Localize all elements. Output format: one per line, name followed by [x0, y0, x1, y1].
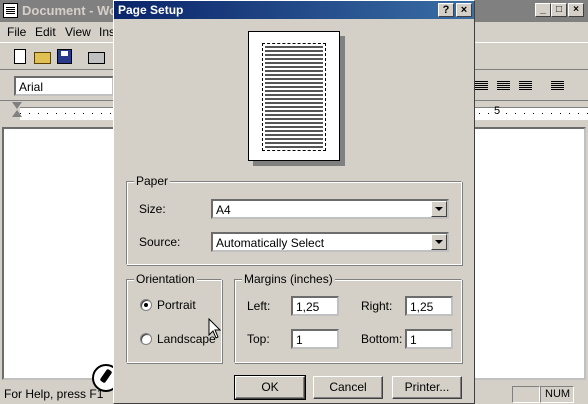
left-margin-label: Left: — [247, 299, 271, 313]
cancel-button[interactable]: Cancel — [313, 376, 383, 399]
right-margin-input[interactable]: 1,25 — [405, 296, 453, 316]
orientation-legend: Orientation — [134, 272, 197, 286]
status-num: NUM — [540, 386, 574, 403]
paper-group: Paper Size: A4 Source: Automatically Sel… — [126, 174, 462, 265]
chevron-down-icon[interactable] — [431, 234, 447, 250]
save-disk-icon[interactable] — [57, 49, 72, 64]
open-folder-icon[interactable] — [34, 52, 51, 64]
wordpad-document-icon — [3, 3, 18, 18]
print-icon[interactable] — [88, 52, 105, 64]
align-right-button[interactable] — [514, 76, 536, 96]
paper-legend: Paper — [134, 174, 171, 188]
preview-margin-box — [262, 43, 326, 151]
app-close-button[interactable]: × — [568, 3, 584, 17]
bullets-button[interactable] — [546, 76, 568, 96]
bottom-margin-input[interactable]: 1 — [405, 329, 453, 349]
menu-view[interactable]: View — [65, 25, 91, 39]
ruler-number: 5 — [494, 105, 501, 117]
printer-button[interactable]: Printer... — [392, 376, 462, 399]
right-margin-label: Right: — [361, 299, 393, 313]
status-pane-empty — [512, 386, 540, 403]
minimize-button[interactable]: _ — [535, 3, 551, 17]
top-margin-input[interactable]: 1 — [291, 329, 339, 349]
chevron-down-icon[interactable] — [431, 201, 447, 217]
landscape-label[interactable]: Landscape — [157, 332, 216, 346]
paper-size-combo[interactable]: A4 — [211, 199, 449, 219]
portrait-radio[interactable] — [140, 299, 152, 311]
landscape-radio[interactable] — [140, 333, 152, 345]
ok-button[interactable]: OK — [234, 375, 306, 400]
align-right-icon — [519, 81, 532, 82]
align-center-icon — [497, 81, 510, 82]
margins-legend: Margins (inches) — [242, 272, 335, 286]
page-preview — [248, 31, 340, 161]
dialog-title: Page Setup — [118, 3, 184, 17]
indent-marker-icon[interactable] — [12, 102, 22, 126]
align-center-button[interactable] — [492, 76, 514, 96]
bottom-margin-label: Bottom: — [361, 332, 403, 346]
paper-source-combo[interactable]: Automatically Select — [211, 232, 449, 252]
menu-edit[interactable]: Edit — [35, 25, 56, 39]
status-text: For Help, press F1 — [4, 387, 104, 401]
size-label: Size: — [139, 202, 166, 216]
menu-file[interactable]: File — [7, 25, 26, 39]
app-title: Document - Wo — [22, 3, 118, 18]
top-margin-label: Top: — [247, 332, 270, 346]
portrait-label[interactable]: Portrait — [157, 298, 196, 312]
align-left-icon — [475, 81, 488, 82]
dialog-titlebar: Page Setup ? × — [114, 1, 474, 19]
bullets-icon — [551, 81, 564, 82]
margins-group: Margins (inches) Left: 1,25 Right: 1,25 … — [234, 272, 462, 363]
maximize-button[interactable]: □ — [551, 3, 567, 17]
source-label: Source: — [139, 235, 181, 249]
close-button[interactable]: × — [456, 3, 472, 17]
left-margin-input[interactable]: 1,25 — [291, 296, 339, 316]
page-setup-dialog: Page Setup ? × Paper Size: A4 Source: Au… — [113, 0, 475, 404]
paper-source-value: Automatically Select — [216, 236, 325, 250]
paper-size-value: A4 — [216, 203, 231, 217]
font-name-combo[interactable]: Arial — [14, 76, 114, 96]
new-document-icon[interactable] — [14, 49, 26, 64]
help-button[interactable]: ? — [438, 3, 454, 17]
